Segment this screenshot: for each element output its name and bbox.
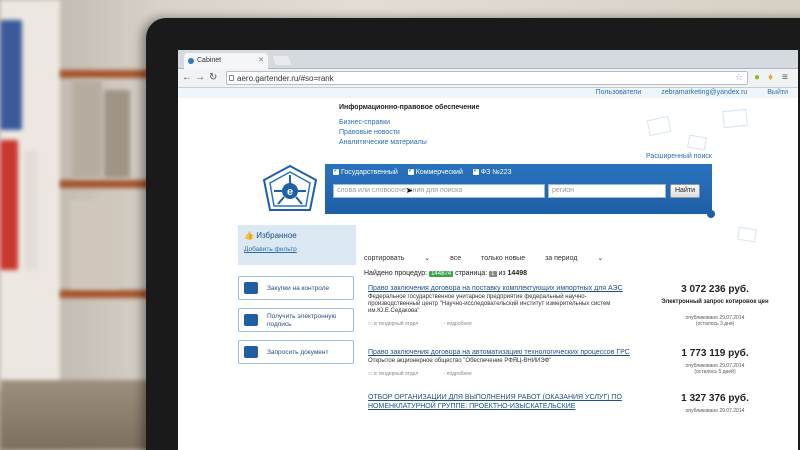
tab-bar: Cabinet ✕: [178, 50, 798, 69]
filter-all[interactable]: все: [450, 255, 461, 262]
binder: [104, 90, 130, 178]
hammer-icon: [244, 282, 258, 294]
checkbox-icon: [407, 166, 414, 175]
envelope-decoration: [737, 226, 757, 243]
key-icon: [244, 314, 258, 326]
back-icon[interactable]: ←: [182, 71, 192, 85]
info-section-title: Информационно-правовое обеспечение: [339, 104, 480, 111]
result-title-link[interactable]: ОТБОР ОРГАНИЗАЦИИ ДЛЯ ВЫПОЛНЕНИЯ РАБОТ (…: [368, 393, 630, 411]
result-title-link[interactable]: Право заключения договора на поставку ко…: [368, 284, 630, 293]
shelf-board: [60, 290, 150, 298]
results-count-badge: 144874: [429, 271, 454, 277]
result-remaining: (осталось 3 дня): [695, 321, 735, 327]
close-icon[interactable]: ✕: [258, 56, 264, 64]
current-page-badge[interactable]: 1: [489, 271, 497, 277]
browser-window: Cabinet ✕ ← → ↻ aero.gartender.ru/#so=ra…: [178, 50, 798, 450]
add-filter-link[interactable]: Добавить фильтр: [244, 246, 350, 253]
sort-dropdown[interactable]: сортировать ⌄: [364, 255, 430, 262]
result-published: опубликовано 29.07.2014: [685, 408, 745, 414]
laptop-bezel: Cabinet ✕ ← → ↻ aero.gartender.ru/#so=ra…: [146, 18, 800, 450]
type-state-checkbox[interactable]: Государственный: [333, 166, 398, 176]
type-fz223-checkbox[interactable]: ФЗ №223: [472, 166, 512, 176]
svg-text:e: e: [287, 186, 293, 198]
request-document-button[interactable]: Запросить документ: [238, 340, 354, 364]
url-text: aero.gartender.ru/#so=rank: [237, 74, 334, 83]
region-input[interactable]: регион: [548, 184, 666, 198]
extension-icon[interactable]: ●: [754, 71, 760, 85]
logo-icon: e: [262, 164, 318, 211]
binder: [72, 80, 102, 178]
shelf-board: [60, 70, 150, 78]
favicon-icon: [188, 58, 194, 64]
extension-icon[interactable]: ♦: [768, 71, 773, 85]
result-item: Право заключения договора на поставку ко…: [368, 284, 780, 327]
binder: [24, 150, 38, 270]
result-item: ОТБОР ОРГАНИЗАЦИИ ДЛЯ ВЫПОЛНЕНИЯ РАБОТ (…: [368, 393, 780, 414]
send-to-department-link[interactable]: ▭ в тендерный отдел: [368, 321, 430, 327]
search-input[interactable]: слова или словосочетания для поиска: [333, 184, 545, 198]
browser-tab[interactable]: Cabinet ✕: [184, 53, 268, 69]
checkbox-icon: [472, 166, 479, 175]
info-link-business[interactable]: Бизнес-справки: [339, 118, 427, 128]
new-tab-button[interactable]: [272, 56, 292, 65]
menu-icon[interactable]: ≡: [782, 71, 788, 85]
result-price: 1 773 119 руб.: [681, 348, 749, 359]
result-remaining: (осталось 5 дней): [694, 369, 736, 375]
tender-type-filters: Государственный Коммерческий ФЗ №223: [333, 166, 520, 176]
result-price: 1 327 376 руб.: [681, 393, 749, 404]
tab-title: Cabinet: [197, 57, 222, 64]
envelope-decoration: [722, 108, 748, 129]
monitored-purchases-button[interactable]: Закупки на контроле: [238, 276, 354, 300]
send-to-department-link[interactable]: ▭ в тендерный отдел: [368, 371, 430, 377]
shelf-board: [60, 180, 150, 188]
info-links: Бизнес-справки Правовые новости Аналитич…: [339, 118, 427, 148]
result-procedure-type: Электронный запрос котировок цен: [661, 299, 769, 305]
reload-icon[interactable]: ↻: [209, 71, 217, 85]
page-icon: [229, 75, 234, 81]
result-title-link[interactable]: Право заключения договора на автоматизац…: [368, 348, 630, 357]
thumbs-up-icon: 👍: [244, 231, 254, 240]
top-links: Пользователи zebramarketing@yandex.ru Вы…: [578, 89, 788, 96]
favorites-title: 👍 Избранное: [244, 231, 297, 240]
checkbox-icon: [333, 166, 339, 175]
details-link[interactable]: ▫ подробнее: [444, 371, 484, 377]
forward-icon[interactable]: →: [195, 71, 205, 85]
browser-toolbar: ← → ↻ aero.gartender.ru/#so=rank ☆ ● ♦ ≡: [178, 69, 798, 88]
info-link-legal-news[interactable]: Правовые новости: [339, 128, 427, 138]
binder: [0, 20, 22, 130]
search-panel: Государственный Коммерческий ФЗ №223 сло…: [325, 164, 715, 218]
search-button[interactable]: Найти: [670, 184, 700, 198]
results-summary: Найдено процедур: 144874 страница: 1 из …: [364, 270, 527, 277]
bookmark-star-icon[interactable]: ☆: [735, 72, 743, 83]
result-customer: Федеральное государственное унитарное пр…: [368, 294, 611, 314]
favorites-panel: 👍 Избранное Добавить фильтр: [238, 225, 356, 265]
envelope-decoration: [687, 134, 707, 151]
mouse-cursor-icon: ➤: [406, 186, 413, 195]
binder: [0, 140, 18, 270]
binder: [70, 200, 120, 288]
user-email-link[interactable]: zebramarketing@yandex.ru: [661, 89, 747, 96]
result-customer: Открытое акционерное общество "Обеспечен…: [368, 358, 552, 364]
info-link-analytics[interactable]: Аналитические материалы: [339, 138, 427, 148]
document-icon: [244, 346, 258, 358]
advanced-search-link[interactable]: Расширенный поиск: [646, 153, 712, 160]
result-item: Право заключения договора на автоматизац…: [368, 348, 780, 377]
filter-new-only[interactable]: только новые: [481, 255, 525, 262]
total-pages: 14498: [507, 270, 527, 277]
users-link[interactable]: Пользователи: [596, 89, 642, 96]
result-filters: сортировать ⌄ все только новые за период…: [364, 254, 621, 262]
logout-link[interactable]: Выйти: [767, 89, 788, 96]
page-content: Пользователи zebramarketing@yandex.ru Вы…: [178, 88, 798, 450]
details-link[interactable]: ▫ подробнее: [444, 321, 484, 327]
period-dropdown[interactable]: за период ⌄: [545, 255, 603, 262]
address-bar[interactable]: aero.gartender.ru/#so=rank ☆: [226, 71, 748, 85]
get-e-signature-button[interactable]: Получить электронную подпись: [238, 308, 354, 332]
envelope-decoration: [646, 115, 672, 137]
type-commercial-checkbox[interactable]: Коммерческий: [407, 166, 463, 176]
result-price: 3 072 236 руб.: [681, 284, 749, 295]
